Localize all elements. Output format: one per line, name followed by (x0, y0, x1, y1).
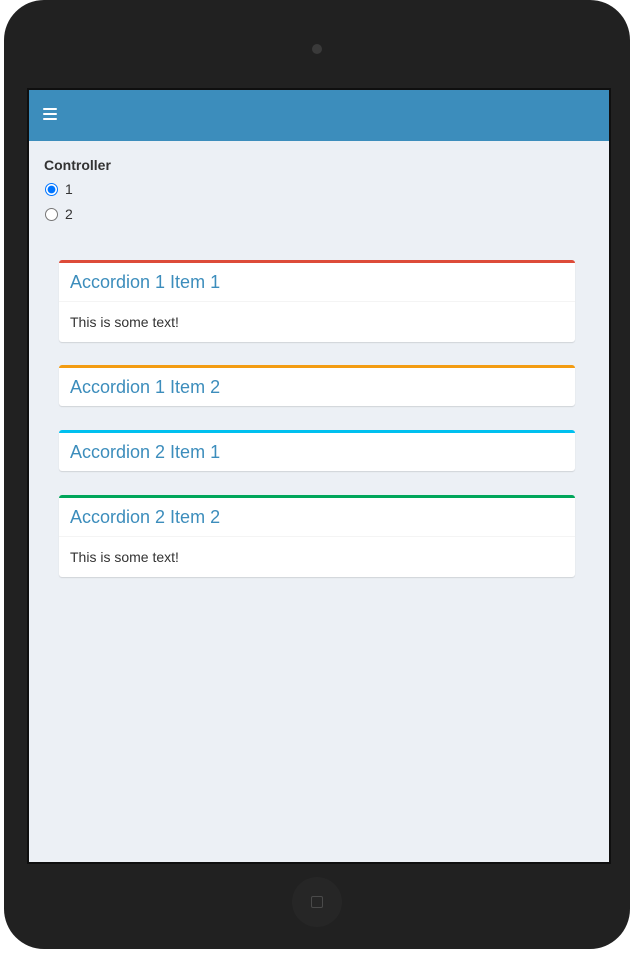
accordion-1-item-2-title: Accordion 1 Item 2 (70, 376, 221, 397)
camera-icon (312, 44, 322, 54)
accordion-1-item-1-body: This is some text! (59, 301, 575, 342)
top-navbar (29, 90, 609, 141)
accordion-2-item-2-title: Accordion 2 Item 2 (70, 506, 221, 527)
hamburger-menu-icon[interactable] (43, 108, 57, 122)
accordion-2-item-1-header[interactable]: Accordion 2 Item 1 (59, 433, 575, 471)
home-square-icon (311, 896, 323, 908)
accordion-1-item-1-header[interactable]: Accordion 1 Item 1 (59, 263, 575, 301)
radio-label-2: 2 (65, 206, 73, 222)
home-button[interactable] (292, 877, 342, 927)
accordion-2-item-1-title: Accordion 2 Item 1 (70, 441, 221, 462)
accordion-2-item-1: Accordion 2 Item 1 (59, 430, 575, 471)
controller-label: Controller (44, 157, 111, 173)
tablet-device-frame: Controller 1 2 Accordion 1 Item 1 This i… (4, 0, 630, 949)
radio-input-1[interactable] (45, 182, 58, 196)
accordion-2-item-2-body: This is some text! (59, 536, 575, 577)
accordion-1-item-2: Accordion 1 Item 2 (59, 365, 575, 406)
accordion-2-item-2: Accordion 2 Item 2 This is some text! (59, 495, 575, 577)
accordion-1-item-1: Accordion 1 Item 1 This is some text! (59, 260, 575, 342)
radio-label-1: 1 (65, 181, 73, 197)
radio-input-2[interactable] (45, 207, 58, 221)
radio-option-1[interactable]: 1 (43, 181, 73, 197)
tablet-screen: Controller 1 2 Accordion 1 Item 1 This i… (27, 88, 611, 864)
accordion-2-item-2-header[interactable]: Accordion 2 Item 2 (59, 498, 575, 536)
accordion-1-item-1-title: Accordion 1 Item 1 (70, 271, 221, 292)
radio-option-2[interactable]: 2 (43, 206, 73, 222)
accordion-1-item-2-header[interactable]: Accordion 1 Item 2 (59, 368, 575, 406)
